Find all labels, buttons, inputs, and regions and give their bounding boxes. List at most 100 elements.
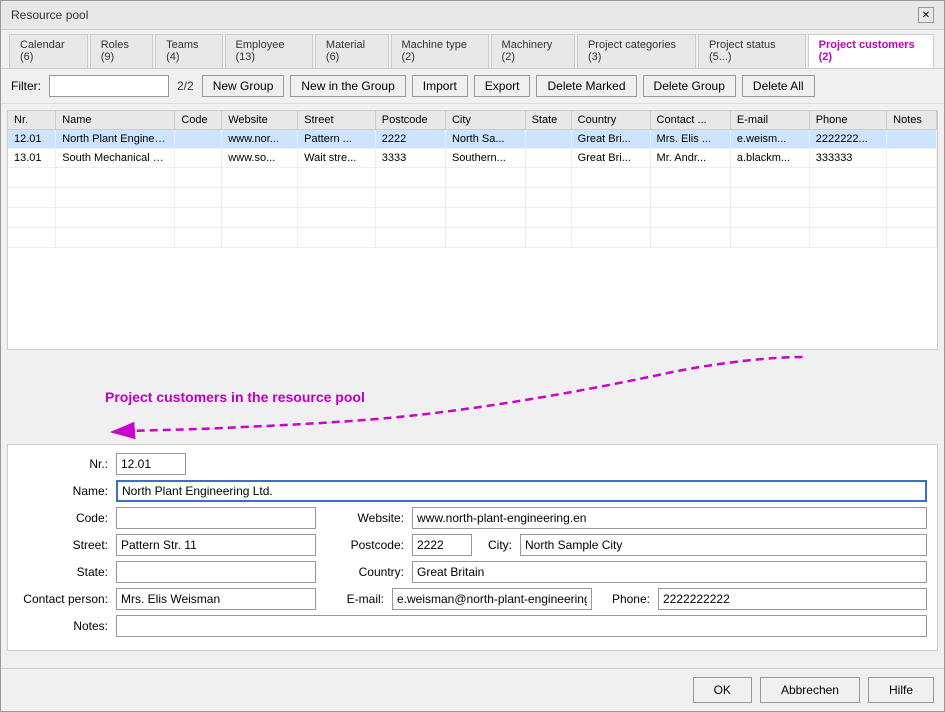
col-header-country[interactable]: Country <box>571 111 650 130</box>
table-cell-empty <box>571 188 650 208</box>
table-cell-empty <box>56 168 175 188</box>
code-input[interactable] <box>116 507 316 529</box>
table-cell <box>175 149 222 168</box>
contact-input[interactable] <box>116 588 316 610</box>
tab-machine-type-(2)[interactable]: Machine type (2) <box>391 34 489 68</box>
notes-input[interactable] <box>116 615 927 637</box>
phone-input[interactable] <box>658 588 927 610</box>
table-cell-empty <box>525 168 571 188</box>
country-label: Country: <box>324 565 404 579</box>
table-cell: 13.01 <box>8 149 56 168</box>
table-cell-empty <box>375 228 445 248</box>
city-input[interactable] <box>520 534 927 556</box>
table-cell: Wait stre... <box>298 149 376 168</box>
table-cell-empty <box>445 188 525 208</box>
col-header-website[interactable]: Website <box>222 111 298 130</box>
table-cell-empty <box>175 168 222 188</box>
col-header-postcode[interactable]: Postcode <box>375 111 445 130</box>
contact-label: Contact person: <box>18 592 108 606</box>
col-header-city[interactable]: City <box>445 111 525 130</box>
tab-calendar-(6)[interactable]: Calendar (6) <box>9 34 88 68</box>
table-cell-empty <box>650 208 730 228</box>
table-cell-empty <box>809 208 886 228</box>
filter-input[interactable] <box>49 75 169 97</box>
table-cell: e.weism... <box>730 130 809 149</box>
col-header-contact-[interactable]: Contact ... <box>650 111 730 130</box>
table-cell-empty <box>730 168 809 188</box>
col-header-code[interactable]: Code <box>175 111 222 130</box>
tab-project-customers-(2)[interactable]: Project customers (2) <box>808 34 934 68</box>
cancel-button[interactable]: Abbrechen <box>760 677 860 703</box>
col-header-state[interactable]: State <box>525 111 571 130</box>
table-cell-empty <box>887 188 937 208</box>
ok-button[interactable]: OK <box>693 677 752 703</box>
table-cell-empty <box>8 168 56 188</box>
table-cell-empty <box>298 208 376 228</box>
street-input[interactable] <box>116 534 316 556</box>
country-input[interactable] <box>412 561 927 583</box>
table-cell: www.so... <box>222 149 298 168</box>
table-cell-empty <box>175 228 222 248</box>
table-cell-empty <box>650 188 730 208</box>
window-title: Resource pool <box>11 8 88 22</box>
col-header-nr-[interactable]: Nr. <box>8 111 56 130</box>
new-in-the-group-button[interactable]: New in the Group <box>290 75 405 97</box>
table-row[interactable]: 12.01North Plant Engineering Ltd.www.nor… <box>8 130 937 149</box>
tab-machinery-(2)[interactable]: Machinery (2) <box>491 34 575 68</box>
new-group-button[interactable]: New Group <box>202 75 285 97</box>
table-cell: Mrs. Elis ... <box>650 130 730 149</box>
table-cell-empty <box>298 168 376 188</box>
table-cell-empty <box>887 168 937 188</box>
content-area: Nr.NameCodeWebsiteStreetPostcodeCityStat… <box>1 104 944 668</box>
table-cell-empty <box>175 208 222 228</box>
website-input[interactable] <box>412 507 927 529</box>
table-cell: Pattern ... <box>298 130 376 149</box>
col-header-notes[interactable]: Notes <box>887 111 937 130</box>
delete-marked-button[interactable]: Delete Marked <box>536 75 636 97</box>
tab-roles-(9)[interactable]: Roles (9) <box>90 34 153 68</box>
table-cell-empty <box>298 228 376 248</box>
delete-group-button[interactable]: Delete Group <box>643 75 736 97</box>
import-button[interactable]: Import <box>412 75 468 97</box>
tab-employee-(13)[interactable]: Employee (13) <box>225 34 313 68</box>
close-button[interactable]: ✕ <box>918 7 934 23</box>
table-row-empty <box>8 228 937 248</box>
notes-label: Notes: <box>18 619 108 633</box>
export-button[interactable]: Export <box>474 75 531 97</box>
email-input[interactable] <box>392 588 592 610</box>
tab-project-status-(5...)[interactable]: Project status (5...) <box>698 34 806 68</box>
filter-label: Filter: <box>11 79 41 93</box>
col-header-phone[interactable]: Phone <box>809 111 886 130</box>
nr-input[interactable] <box>116 453 186 475</box>
table-cell-empty <box>445 228 525 248</box>
table-cell-empty <box>730 228 809 248</box>
name-label: Name: <box>18 484 108 498</box>
detail-form: Nr.: Name: Code: Website: Street: Postco… <box>7 444 938 651</box>
annotation-area: Project customers in the resource pool <box>5 352 940 442</box>
table-cell-empty <box>8 188 56 208</box>
table-cell: 3333 <box>375 149 445 168</box>
table-cell: Great Bri... <box>571 130 650 149</box>
table-cell-empty <box>375 188 445 208</box>
table-row-empty <box>8 188 937 208</box>
table-row[interactable]: 13.01South Mechanical Engineerin...www.s… <box>8 149 937 168</box>
tab-project-categories-(3)[interactable]: Project categories (3) <box>577 34 696 68</box>
name-input[interactable] <box>116 480 927 502</box>
state-input[interactable] <box>116 561 316 583</box>
tab-material-(6)[interactable]: Material (6) <box>315 34 389 68</box>
tab-teams-(4)[interactable]: Teams (4) <box>155 34 222 68</box>
table-cell-empty <box>175 188 222 208</box>
col-header-e-mail[interactable]: E-mail <box>730 111 809 130</box>
website-label: Website: <box>324 511 404 525</box>
delete-all-button[interactable]: Delete All <box>742 75 815 97</box>
table-cell-empty <box>56 188 175 208</box>
table-cell: Southern... <box>445 149 525 168</box>
table-cell-empty <box>887 228 937 248</box>
col-header-street[interactable]: Street <box>298 111 376 130</box>
table-cell-empty <box>571 208 650 228</box>
help-button[interactable]: Hilfe <box>868 677 934 703</box>
table-row-empty <box>8 168 937 188</box>
table-cell-empty <box>445 168 525 188</box>
postcode-input[interactable] <box>412 534 472 556</box>
col-header-name[interactable]: Name <box>56 111 175 130</box>
